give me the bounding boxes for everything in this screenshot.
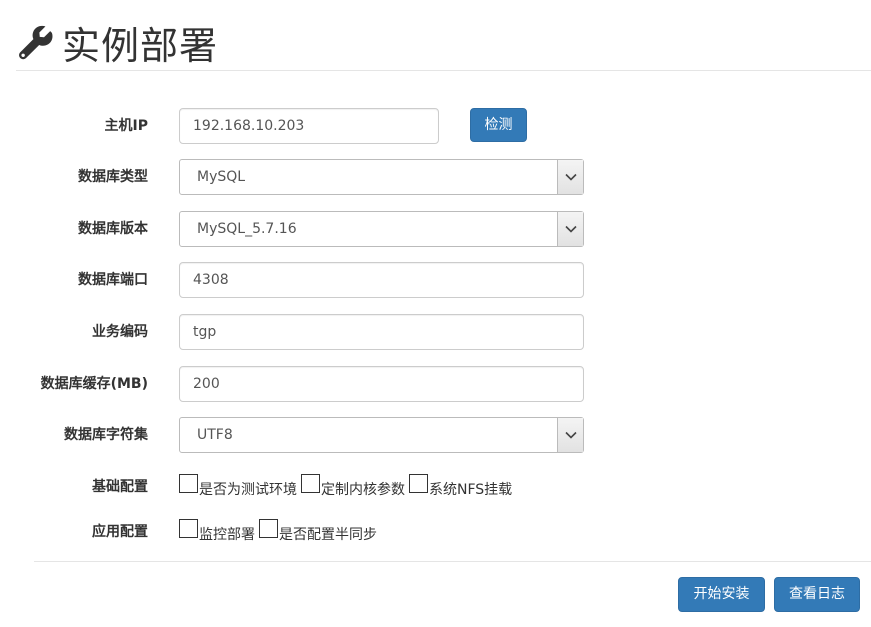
nfs-mount-checkbox[interactable] <box>409 473 428 493</box>
row-host-ip: 主机IP 192.168.10.203 检测 <box>0 108 871 144</box>
row-basic-config: 基础配置 是否为测试环境 定制内核参数 系统NFS挂载 <box>0 469 871 505</box>
page-header: 实例部署 <box>16 14 871 70</box>
view-log-button[interactable]: 查看日志 <box>774 577 860 612</box>
db-charset-label: 数据库字符集 <box>64 427 148 443</box>
basic-config-label: 基础配置 <box>92 479 148 495</box>
page-title: 实例部署 <box>62 23 219 68</box>
business-code-input[interactable]: tgp <box>179 314 584 350</box>
row-db-cache: 数据库缓存(MB) 200 <box>0 366 871 402</box>
nfs-mount-label: 系统NFS挂载 <box>429 482 513 498</box>
db-charset-value: UTF8 <box>197 427 233 443</box>
db-port-input[interactable]: 4308 <box>179 262 584 298</box>
db-type-select[interactable]: MySQL <box>179 159 584 195</box>
db-cache-input[interactable]: 200 <box>179 366 584 402</box>
kernel-params-checkbox[interactable] <box>301 473 320 493</box>
db-version-label: 数据库版本 <box>78 221 148 237</box>
chevron-down-icon[interactable] <box>557 212 583 246</box>
row-db-type: 数据库类型 MySQL <box>0 159 871 195</box>
row-db-port: 数据库端口 4308 <box>0 262 871 298</box>
host-ip-label: 主机IP <box>104 118 148 134</box>
header-divider <box>16 70 871 71</box>
db-version-value: MySQL_5.7.16 <box>197 221 297 237</box>
db-charset-select[interactable]: UTF8 <box>179 417 584 453</box>
monitor-deploy-label: 监控部署 <box>199 527 255 543</box>
row-app-config: 应用配置 监控部署 是否配置半同步 <box>0 514 871 550</box>
detect-button[interactable]: 检测 <box>470 108 527 142</box>
host-ip-input[interactable]: 192.168.10.203 <box>179 108 439 144</box>
footer-divider <box>34 561 871 562</box>
row-business-code: 业务编码 tgp <box>0 314 871 350</box>
db-port-label: 数据库端口 <box>78 272 148 288</box>
business-code-label: 业务编码 <box>92 324 148 340</box>
basic-config-options: 是否为测试环境 定制内核参数 系统NFS挂载 <box>179 469 516 505</box>
kernel-params-label: 定制内核参数 <box>321 482 405 498</box>
app-config-label: 应用配置 <box>92 524 148 540</box>
chevron-down-icon[interactable] <box>557 160 583 194</box>
start-install-button[interactable]: 开始安装 <box>678 577 765 612</box>
db-type-value: MySQL <box>197 169 246 185</box>
db-type-label: 数据库类型 <box>78 169 148 185</box>
semi-sync-label: 是否配置半同步 <box>279 527 377 543</box>
monitor-deploy-checkbox[interactable] <box>179 518 198 538</box>
chevron-down-icon[interactable] <box>557 418 583 452</box>
wrench-icon <box>19 25 53 60</box>
row-db-version: 数据库版本 MySQL_5.7.16 <box>0 211 871 247</box>
test-env-label: 是否为测试环境 <box>199 482 297 498</box>
app-config-options: 监控部署 是否配置半同步 <box>179 514 381 550</box>
test-env-checkbox[interactable] <box>179 473 198 493</box>
db-version-select[interactable]: MySQL_5.7.16 <box>179 211 584 247</box>
row-db-charset: 数据库字符集 UTF8 <box>0 417 871 453</box>
semi-sync-checkbox[interactable] <box>259 518 278 538</box>
db-cache-label: 数据库缓存(MB) <box>40 376 148 392</box>
